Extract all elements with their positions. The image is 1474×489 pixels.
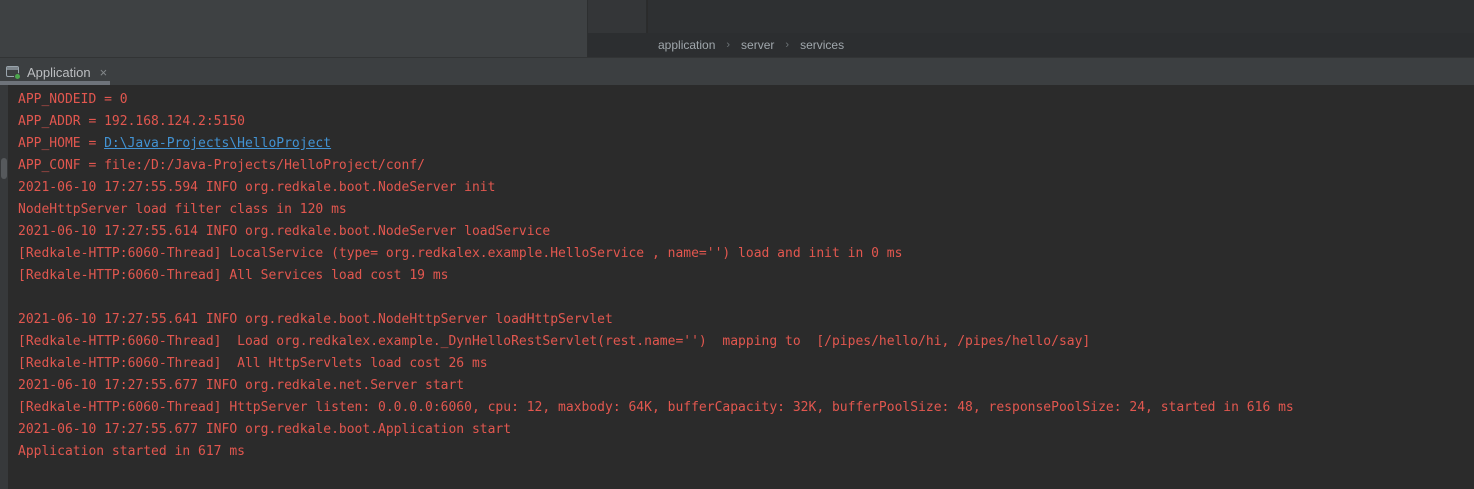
breadcrumb: application › server › services — [588, 33, 1474, 57]
console-gutter — [0, 85, 8, 489]
breadcrumb-item-services[interactable]: services — [798, 38, 846, 52]
console-line: APP_NODEID = 0 — [18, 89, 1474, 111]
console-output[interactable]: APP_NODEID = 0 APP_ADDR = 192.168.124.2:5… — [0, 85, 1474, 489]
log-text: 2021-06-10 17:27:55.677 INFO org.redkale… — [18, 422, 511, 437]
console-line: 2021-06-10 17:27:55.614 INFO org.redkale… — [18, 221, 1474, 243]
log-text: APP_ADDR = 192.168.124.2:5150 — [18, 114, 245, 129]
log-text: [Redkale-HTTP:6060-Thread] Load org.redk… — [18, 334, 1090, 349]
console-line: 2021-06-10 17:27:55.641 INFO org.redkale… — [18, 309, 1474, 331]
top-right-panel — [648, 0, 1474, 33]
ide-run-tool-window: application › server › services Application … — [0, 0, 1474, 489]
console-line: [Redkale-HTTP:6060-Thread] LocalService … — [18, 243, 1474, 265]
log-text: [Redkale-HTTP:6060-Thread] All HttpServl… — [18, 356, 488, 371]
console-line: APP_ADDR = 192.168.124.2:5150 — [18, 111, 1474, 133]
console-line: [Redkale-HTTP:6060-Thread] All HttpServl… — [18, 353, 1474, 375]
log-text: 2021-06-10 17:27:55.614 INFO org.redkale… — [18, 224, 550, 239]
console-line: [Redkale-HTTP:6060-Thread] Load org.redk… — [18, 331, 1474, 353]
file-path-link[interactable]: D:\Java-Projects\HelloProject — [104, 136, 331, 151]
top-left-panel — [0, 0, 588, 57]
log-text: [Redkale-HTTP:6060-Thread] All Services … — [18, 268, 448, 283]
console-lines: APP_NODEID = 0 APP_ADDR = 192.168.124.2:5… — [18, 89, 1474, 463]
console-line: APP_HOME = D:\Java-Projects\HelloProject — [18, 133, 1474, 155]
console-line: [Redkale-HTTP:6060-Thread] All Services … — [18, 265, 1474, 287]
breadcrumb-item-application[interactable]: application — [656, 38, 717, 52]
log-text: NodeHttpServer load filter class in 120 … — [18, 202, 347, 217]
top-mid-panel — [588, 0, 647, 33]
log-text: 2021-06-10 17:27:55.677 INFO org.redkale… — [18, 378, 464, 393]
console-line: 2021-06-10 17:27:55.677 INFO org.redkale… — [18, 375, 1474, 397]
console-line: [Redkale-HTTP:6060-Thread] HttpServer li… — [18, 397, 1474, 419]
log-text: 2021-06-10 17:27:55.594 INFO org.redkale… — [18, 180, 495, 195]
breadcrumb-item-server[interactable]: server — [739, 38, 776, 52]
log-text: 2021-06-10 17:27:55.641 INFO org.redkale… — [18, 312, 613, 327]
log-text: APP_NODEID = 0 — [18, 92, 128, 107]
tool-window-tabbar: Application × — [0, 57, 1474, 85]
log-text: Application started in 617 ms — [18, 444, 245, 459]
console-line: Application started in 617 ms — [18, 441, 1474, 463]
log-text: [Redkale-HTTP:6060-Thread] HttpServer li… — [18, 400, 1294, 415]
console-line: NodeHttpServer load filter class in 120 … — [18, 199, 1474, 221]
console-line: APP_CONF = file:/D:/Java-Projects/HelloP… — [18, 155, 1474, 177]
running-status-dot — [14, 73, 21, 80]
console-line: 2021-06-10 17:27:55.594 INFO org.redkale… — [18, 177, 1474, 199]
log-text: APP_CONF = file:/D:/Java-Projects/HelloP… — [18, 158, 425, 173]
console-line: 2021-06-10 17:27:55.677 INFO org.redkale… — [18, 419, 1474, 441]
console-line — [18, 287, 1474, 309]
log-text: [Redkale-HTTP:6060-Thread] LocalService … — [18, 246, 902, 261]
breadcrumb-separator-icon: › — [726, 39, 730, 51]
scrollbar-thumb[interactable] — [1, 158, 7, 179]
log-text: APP_HOME = — [18, 136, 104, 151]
breadcrumb-separator-icon: › — [785, 39, 789, 51]
tab-label: Application — [27, 65, 91, 80]
close-icon[interactable]: × — [100, 66, 108, 79]
run-console-icon — [5, 65, 21, 79]
